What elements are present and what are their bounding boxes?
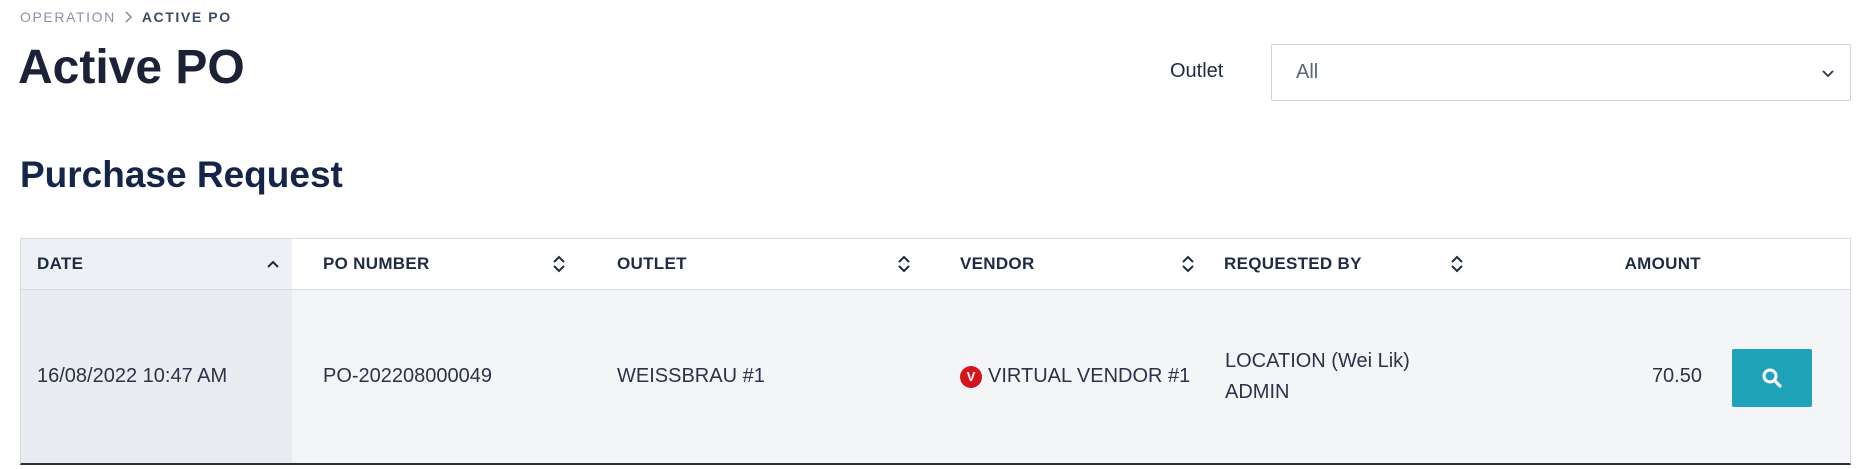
chevron-right-icon <box>125 11 132 23</box>
cell-requested-by: LOCATION (Wei Lik) ADMIN <box>1209 290 1477 463</box>
table-row: 16/08/2022 10:47 AM PO-202208000049 WEIS… <box>20 290 1851 465</box>
breadcrumb: OPERATION ACTIVE PO <box>20 9 232 25</box>
column-header-vendor-label: VENDOR <box>960 254 1035 273</box>
sort-icon <box>1182 255 1194 273</box>
page-title: Active PO <box>18 41 245 94</box>
active-po-page: OPERATION ACTIVE PO Active PO Outlet All… <box>0 0 1864 469</box>
sort-icon <box>1451 255 1463 273</box>
breadcrumb-operation[interactable]: OPERATION <box>20 9 116 25</box>
cell-outlet: WEISSBRAU #1 <box>617 365 765 387</box>
purchase-request-table: DATE PO NUMBER OUTLET VENDOR REQUESTED B… <box>20 238 1851 467</box>
column-header-vendor[interactable]: VENDOR <box>944 239 1207 289</box>
cell-vendor: V VIRTUAL VENDOR #1 <box>944 290 1214 463</box>
sort-ascending-icon <box>267 260 279 268</box>
column-header-date[interactable]: DATE <box>21 239 292 289</box>
cell-amount: 70.50 <box>1651 365 1702 387</box>
search-icon <box>1762 368 1782 388</box>
column-header-amount-label: AMOUNT <box>1624 254 1701 273</box>
cell-date: 16/08/2022 10:47 AM <box>21 290 292 463</box>
column-header-po-number-label: PO NUMBER <box>323 254 430 273</box>
column-header-date-label: DATE <box>37 254 84 273</box>
column-header-po-number[interactable]: PO NUMBER <box>307 239 578 289</box>
section-title: Purchase Request <box>20 154 343 195</box>
table-header: DATE PO NUMBER OUTLET VENDOR REQUESTED B… <box>20 238 1851 290</box>
breadcrumb-active-po: ACTIVE PO <box>141 9 232 25</box>
outlet-select[interactable]: All <box>1271 44 1851 101</box>
sort-icon <box>898 255 910 273</box>
view-po-button[interactable] <box>1732 349 1812 407</box>
outlet-selected-value: All <box>1296 61 1319 83</box>
column-header-outlet[interactable]: OUTLET <box>601 239 923 289</box>
column-header-requested-by-label: REQUESTED BY <box>1224 254 1362 273</box>
vendor-name: VIRTUAL VENDOR #1 <box>988 365 1191 387</box>
cell-po-number: PO-202208000049 <box>323 365 493 387</box>
vendor-badge-icon: V <box>960 365 982 388</box>
column-header-requested-by[interactable]: REQUESTED BY <box>1208 239 1476 289</box>
requested-by-name: LOCATION (Wei Lik) <box>1225 349 1410 372</box>
requested-by-role: ADMIN <box>1225 380 1290 403</box>
column-header-amount: AMOUNT <box>1477 239 1701 289</box>
column-header-outlet-label: OUTLET <box>617 254 687 273</box>
sort-icon <box>553 255 565 273</box>
outlet-label: Outlet <box>1170 60 1224 82</box>
chevron-down-icon <box>1822 69 1834 77</box>
